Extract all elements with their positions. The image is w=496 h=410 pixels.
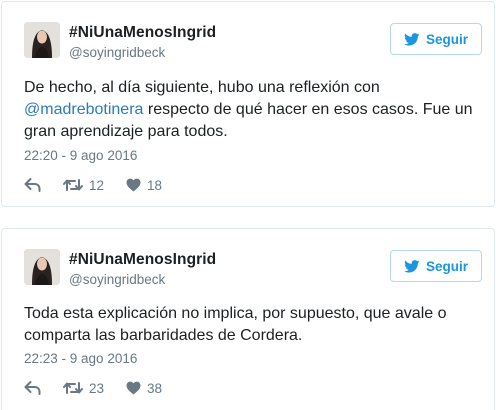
tweet-text: Toda esta explicación no implica, por su…	[24, 305, 447, 344]
heart-icon	[126, 381, 141, 395]
retweet-icon	[63, 381, 83, 395]
reply-icon	[24, 381, 41, 395]
display-name[interactable]: #NiUnaMenosIngrid	[69, 251, 216, 269]
user-handle[interactable]: @soyingridbeck	[69, 272, 165, 287]
follow-label: Seguir	[425, 258, 468, 274]
like-button[interactable]: 18	[126, 178, 162, 193]
retweet-icon	[63, 178, 83, 192]
reply-button[interactable]	[24, 178, 41, 192]
follow-label: Seguir	[425, 31, 468, 47]
retweet-count: 23	[89, 380, 105, 396]
follow-button[interactable]: Seguir	[390, 250, 482, 282]
retweet-count: 12	[89, 177, 105, 193]
heart-icon	[126, 178, 141, 192]
like-count: 18	[147, 177, 163, 193]
reply-button[interactable]	[24, 381, 41, 395]
avatar[interactable]	[24, 22, 60, 58]
reply-icon	[24, 178, 41, 192]
tweet-card: #NiUnaMenosIngrid @soyingridbeck Seguir …	[1, 228, 495, 410]
tweet-actions: 23 38	[24, 379, 162, 397]
tweet-timestamp[interactable]: 22:23 - 9 ago 2016	[24, 351, 137, 366]
tweet-text: De hecho, al día siguiente, hubo una ref…	[24, 77, 484, 143]
tweet-text-part: De hecho, al día siguiente, hubo una ref…	[24, 79, 380, 96]
twitter-bird-icon	[404, 32, 420, 46]
tweet-actions: 12 18	[24, 176, 162, 194]
like-count: 38	[147, 380, 163, 396]
twitter-bird-icon	[404, 259, 420, 273]
tweet-timestamp[interactable]: 22:20 - 9 ago 2016	[24, 148, 137, 163]
retweet-button[interactable]: 23	[63, 381, 104, 396]
display-name[interactable]: #NiUnaMenosIngrid	[69, 24, 216, 42]
follow-button[interactable]: Seguir	[390, 23, 482, 55]
avatar[interactable]	[24, 249, 60, 285]
user-handle[interactable]: @soyingridbeck	[69, 45, 165, 60]
like-button[interactable]: 38	[126, 381, 162, 396]
mention-link[interactable]: @madrebotinera	[24, 101, 143, 118]
tweet-card: #NiUnaMenosIngrid @soyingridbeck Seguir …	[1, 1, 495, 207]
retweet-button[interactable]: 12	[63, 178, 104, 193]
